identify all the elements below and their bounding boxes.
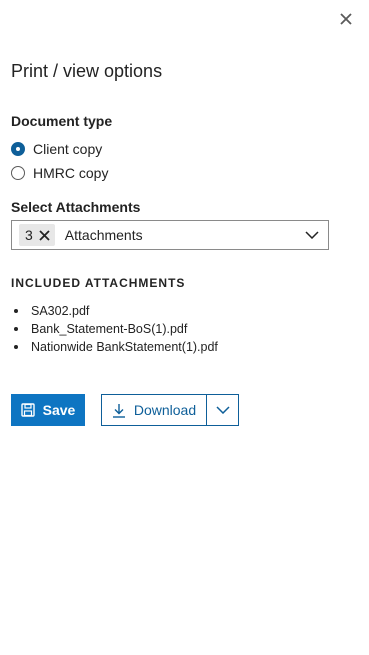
list-item: Bank_Statement-BoS(1).pdf: [11, 320, 218, 338]
included-attachments-heading: INCLUDED ATTACHMENTS: [11, 276, 186, 290]
close-icon: [340, 13, 352, 25]
chevron-down-icon: [215, 406, 230, 414]
save-button[interactable]: Save: [11, 394, 85, 426]
selected-count-chip: 3: [19, 224, 55, 246]
select-value: Attachments: [64, 227, 143, 243]
radio-hmrc-copy[interactable]: HMRC copy: [11, 164, 108, 182]
download-split-button: Download: [101, 394, 239, 426]
selected-count: 3: [25, 227, 33, 243]
attachments-select[interactable]: 3 Attachments: [11, 220, 329, 250]
list-item: SA302.pdf: [11, 302, 218, 320]
radio-label-hmrc-copy: HMRC copy: [33, 165, 109, 181]
download-icon: [112, 403, 126, 418]
download-menu-button[interactable]: [206, 394, 239, 426]
page-title: Print / view options: [11, 61, 163, 81]
download-button[interactable]: Download: [101, 394, 207, 426]
list-item: Nationwide BankStatement(1).pdf: [11, 338, 218, 356]
radio-client-copy[interactable]: Client copy: [11, 140, 102, 158]
close-button[interactable]: [336, 9, 356, 29]
document-type-label: Document type: [11, 113, 113, 129]
clear-selection-button[interactable]: [39, 229, 51, 241]
included-attachments-list: SA302.pdf Bank_Statement-BoS(1).pdf Nati…: [11, 302, 218, 356]
select-attachments-label: Select Attachments: [11, 199, 141, 215]
print-view-options-panel: Print / view options Document type Clien…: [0, 0, 369, 655]
save-label: Save: [42, 402, 76, 418]
radio-button-checked[interactable]: [11, 142, 25, 156]
chevron-down-icon: [304, 227, 320, 243]
radio-button-unchecked[interactable]: [11, 166, 25, 180]
x-icon: [39, 229, 50, 241]
radio-label-client-copy: Client copy: [33, 141, 103, 157]
floppy-disk-icon: [20, 403, 35, 417]
download-label: Download: [133, 402, 197, 418]
